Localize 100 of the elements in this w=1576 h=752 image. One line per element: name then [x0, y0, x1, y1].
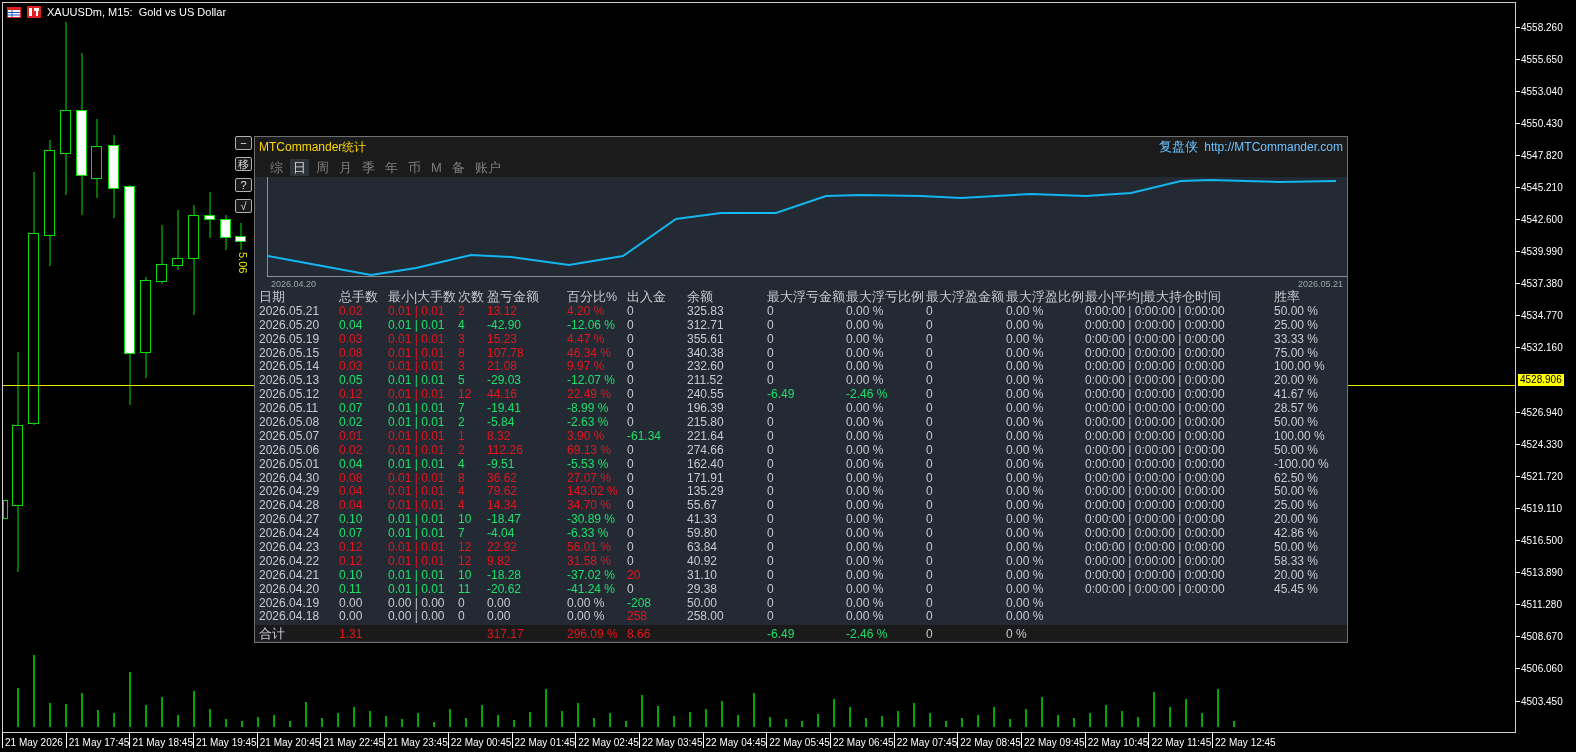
table-cell-text: 0:00:00 | 0:00:00 | 0:00:00 [1085, 318, 1226, 333]
website-link[interactable]: http://MTCommander.com [1204, 140, 1343, 154]
table-cell-text: 2026.05.13 [259, 374, 321, 389]
table-cell-text: 59.80 [687, 527, 719, 542]
table-cell-text: 258.00 [687, 610, 725, 625]
tab[interactable]: 年 [382, 158, 401, 176]
table-cell-text: -2.63 % [567, 416, 610, 430]
panel-button[interactable]: √ [235, 199, 252, 213]
table-cell-text: -29.03 [487, 374, 523, 389]
table-cell-text: 0.00 % [846, 513, 885, 528]
time-label: 21 May 20:45 [259, 737, 321, 748]
table-cell-text: 0.00 % [846, 360, 885, 375]
price-label: 4508.670 [1516, 631, 1563, 643]
table-cell-text: 143.02 % [567, 485, 619, 500]
price-label: 4532.160 [1516, 342, 1563, 354]
table-cell-text: 0.05 [339, 374, 364, 389]
table-cell-text: 63.84 [687, 541, 719, 555]
table-cell-text: 215.80 [687, 416, 725, 430]
table-cell-text: 0 [926, 568, 934, 583]
table-cell-text: 0 [926, 332, 934, 347]
table-cell-text: 2026.05.14 [259, 360, 321, 375]
candle [204, 191, 215, 239]
table-cell-text: 2026.04.29 [259, 485, 321, 500]
table-cell-text: 31.10 [687, 568, 719, 583]
table-cell-text: 0.00 % [1006, 568, 1045, 583]
table-cell-text: 0.00 % [1006, 485, 1045, 500]
table-cell-text: 33.33 % [1274, 332, 1320, 347]
table-cell-text: 10 [458, 513, 473, 528]
table-cell-text: 0.00 % [1006, 346, 1045, 361]
tab[interactable]: 月 [336, 158, 355, 176]
tab[interactable]: M [428, 158, 445, 176]
table-cell-text: 0.00 % [846, 610, 885, 625]
tab[interactable]: 周 [313, 158, 332, 176]
table-cell-text: 7 [458, 527, 466, 542]
table-cell-text: 112.26 [487, 443, 524, 458]
table-cell-text: 2026.05.19 [259, 332, 321, 347]
table-cell-text: 4 [458, 485, 466, 500]
price-label: 4521.720 [1516, 470, 1563, 482]
tab[interactable]: 季 [359, 158, 378, 176]
time-label: 22 May 04:45 [705, 737, 767, 748]
table-cell-text: 46.34 % [567, 346, 613, 361]
tab[interactable]: 账户 [471, 158, 504, 176]
table-cell-text: 0 [627, 304, 635, 319]
table-cell-text: 0 [767, 416, 775, 430]
table-cell-text: 0.03 [339, 332, 364, 347]
table-cell-text: 0 [767, 499, 775, 514]
panel-button[interactable]: ? [235, 178, 252, 192]
table-cell-text: 0.00 % [567, 610, 606, 625]
table-cell-text: 0.00 % [846, 318, 885, 333]
panel-button[interactable]: − [235, 136, 252, 150]
table-cell-text: 0 [926, 485, 934, 500]
table-cell-text: 0 [767, 360, 775, 375]
table-cell-text: 0:00:00 | 0:00:00 | 0:00:00 [1085, 443, 1226, 458]
table-cell-text: 232.60 [687, 360, 725, 375]
tab[interactable]: 综 [267, 158, 286, 176]
tab[interactable]: 日 [290, 158, 309, 176]
table-cell-text: 0.03 [339, 360, 364, 375]
table-cell-text: 0.01 | 0.01 [388, 304, 446, 319]
column-header: 百分比% [567, 291, 619, 305]
table-cell-text: 0.00 | 0.00 [388, 610, 446, 625]
table-cell-text: 2026.04.21 [259, 568, 321, 583]
table-cell-text: 0 [767, 374, 775, 389]
total-cell-text: 0 [926, 626, 934, 642]
table-cell-text: 50.00 % [1274, 416, 1320, 430]
table-cell-text: -18.47 [487, 513, 523, 528]
table-cell-text: 0.12 [339, 541, 364, 555]
table-cell-text: 0.12 [339, 554, 364, 569]
time-label: 22 May 00:45 [450, 737, 512, 748]
table-cell-text: 0:00:00 | 0:00:00 | 0:00:00 [1085, 513, 1226, 528]
table-cell-text: 0 [926, 443, 934, 458]
total-cell-text: 8.66 [627, 626, 652, 642]
panel-button[interactable]: 移 [235, 157, 252, 171]
chart-icon [27, 6, 41, 18]
table-cell-text: 2026.04.23 [259, 541, 321, 555]
table-cell-text: 0.00 % [1006, 402, 1045, 416]
table-cell-text: 11 [458, 582, 472, 597]
table-cell-text: 75.00 % [1274, 346, 1320, 361]
table-cell-text: 0 [627, 499, 635, 514]
price-label: 4553.040 [1516, 85, 1563, 97]
tab[interactable]: 币 [405, 158, 424, 176]
table-cell-text: 325.83 [687, 304, 725, 319]
table-cell-text: 0 [627, 582, 635, 597]
table-cell-text: 0 [627, 346, 635, 361]
column-header: 最大浮亏金额 [767, 291, 846, 305]
table-cell-text: 0:00:00 | 0:00:00 | 0:00:00 [1085, 388, 1226, 403]
table-cell-text: -37.02 % [567, 568, 617, 583]
price-marker: 5.06 [237, 252, 249, 274]
table-cell-text: 0 [926, 471, 934, 486]
tab[interactable]: 备 [448, 158, 468, 176]
table-cell-text: 0.07 [339, 527, 364, 542]
table-cell-text: 240.55 [687, 388, 725, 403]
table-cell-text: 0.00 % [1006, 582, 1045, 597]
table-cell-text: 2026.04.28 [259, 499, 321, 514]
table-cell-text: -208 [627, 596, 653, 611]
table-cell-text: 0 [627, 416, 635, 430]
column-header: 最小|平均|最大持仓时间 [1085, 291, 1223, 305]
table-cell-text: -6.33 % [567, 527, 610, 542]
table-cell-text: 55.67 [687, 499, 719, 514]
table-cell-text: 41.67 % [1274, 388, 1320, 403]
table-cell-text: 0.01 | 0.01 [388, 471, 446, 486]
